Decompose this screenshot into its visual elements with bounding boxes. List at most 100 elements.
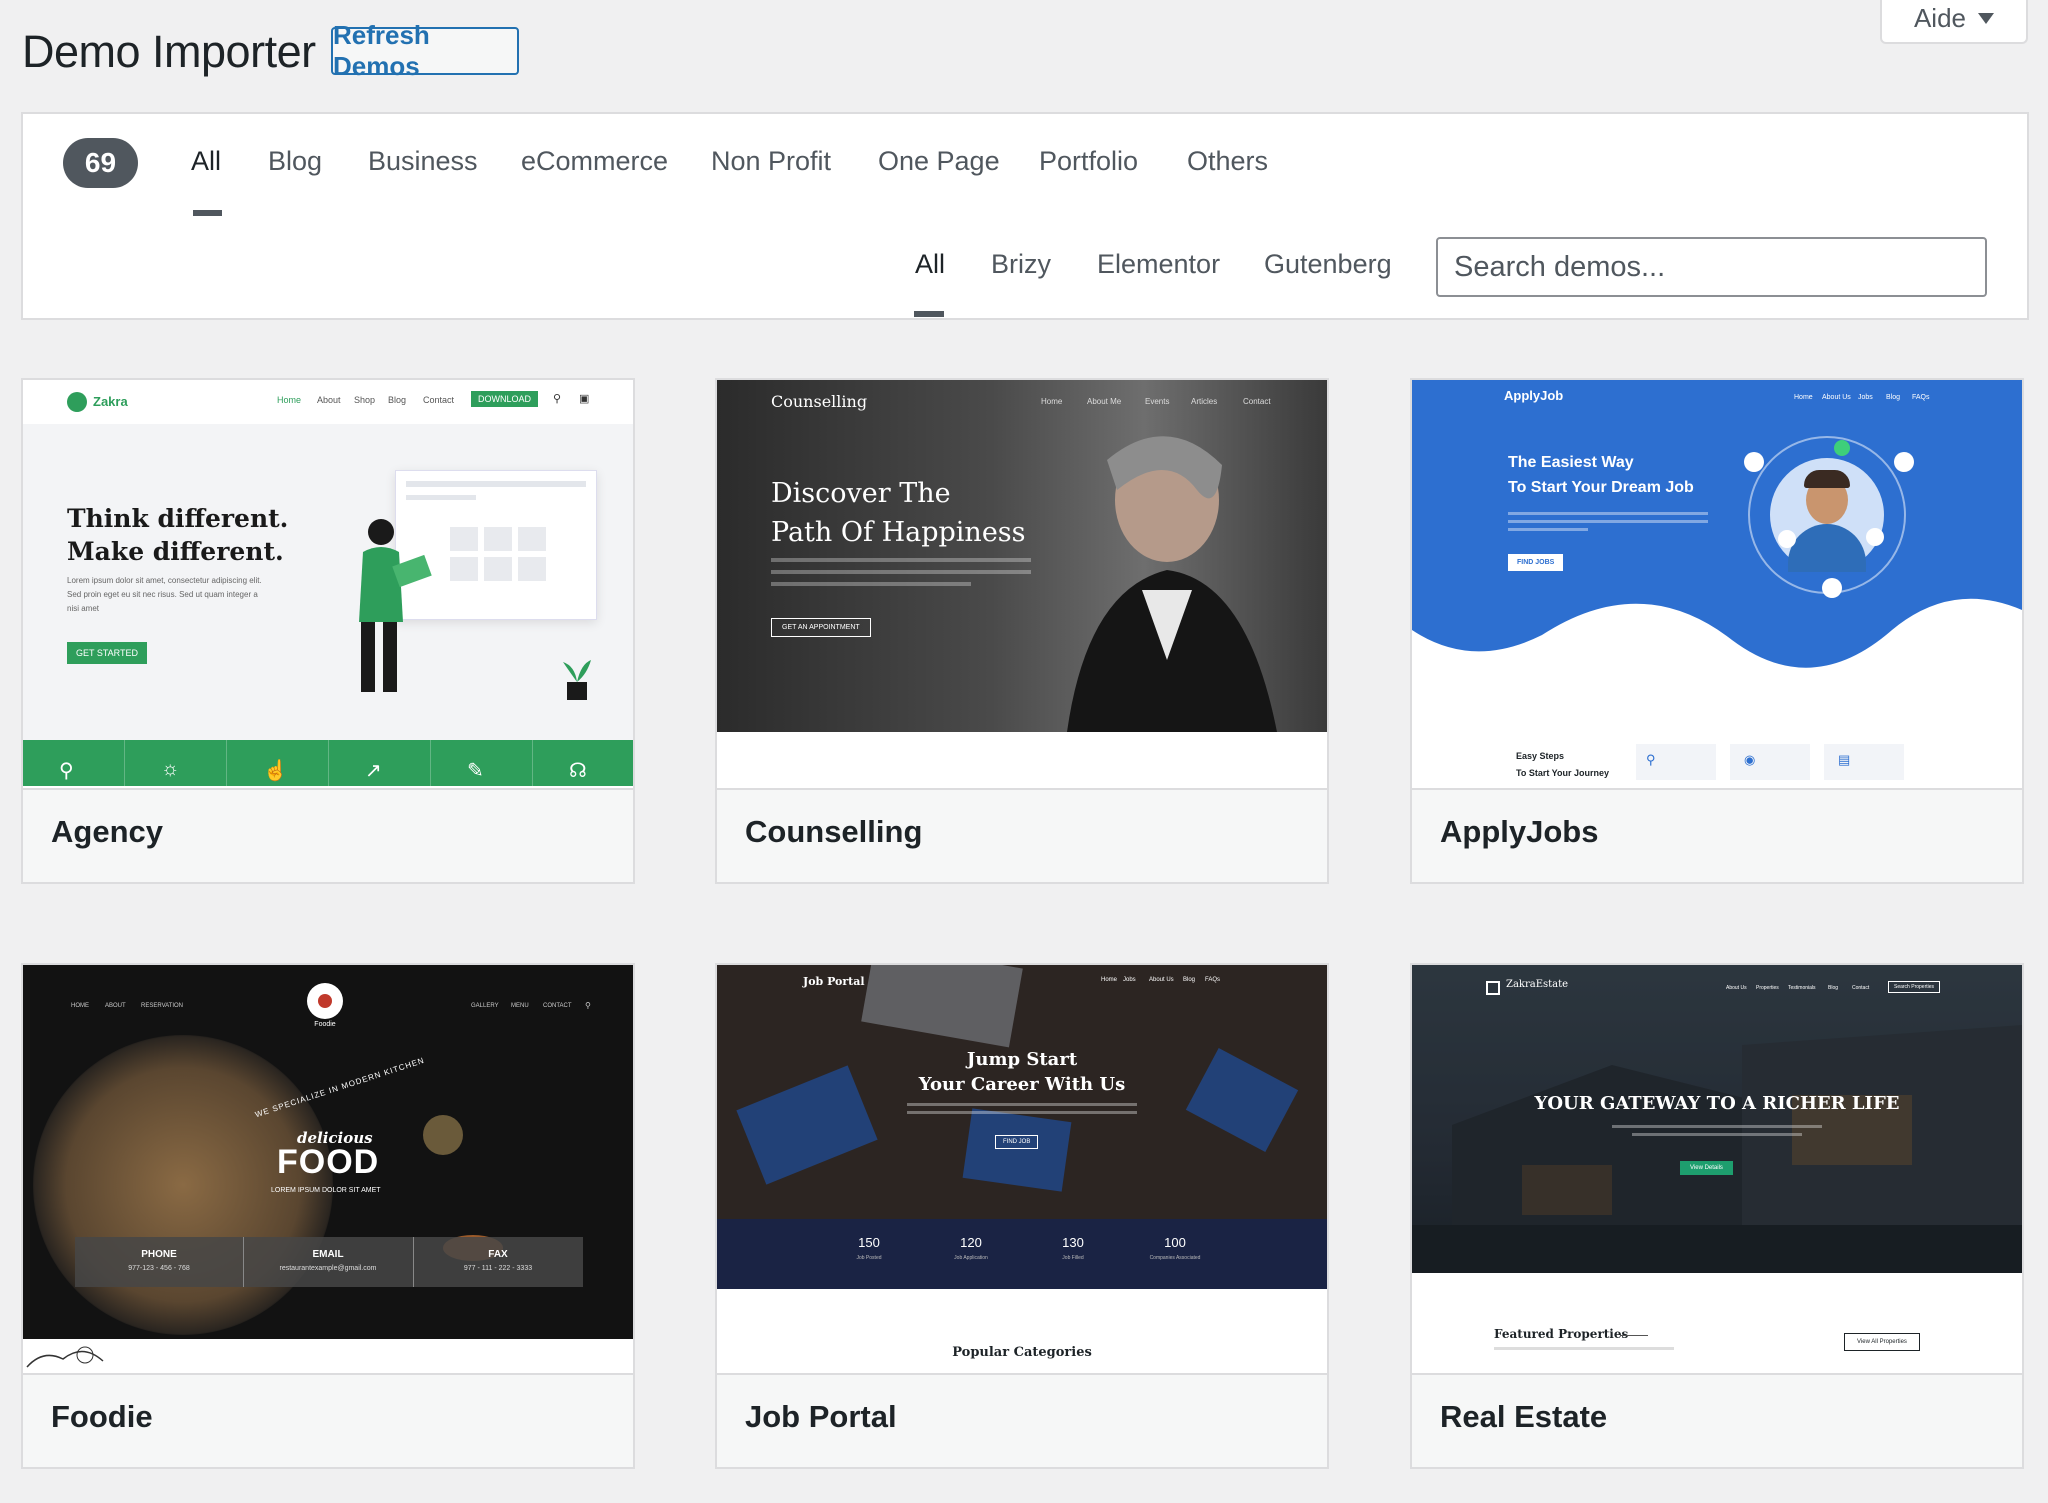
preview-nav-item: Shop	[354, 395, 376, 405]
demo-preview-job-portal: Job Portal Home Jobs About Us Blog FAQs …	[717, 965, 1327, 1371]
tab-business[interactable]: Business	[368, 146, 478, 177]
preview-contact-bar: PHONE 977-123 - 456 - 768 EMAIL restaura…	[75, 1237, 583, 1287]
contact-label: EMAIL	[312, 1249, 344, 1260]
chart-icon: ↗	[365, 760, 382, 782]
preview-nav-item: HOME	[71, 1003, 89, 1009]
preview-icon-strip: ⚲ ☼ ☝ ↗ ✎ ☊	[23, 740, 633, 786]
preview-cta: GET STARTED	[67, 642, 148, 664]
preview-nav-item: FAQs	[1912, 394, 1930, 401]
contact-label: FAX	[488, 1249, 508, 1260]
demo-preview-foodie: HOME ABOUT RESERVATION GALLERY MENU CONT…	[23, 965, 633, 1371]
preview-nav-item: About Us	[1149, 977, 1174, 983]
preview-body-line	[1632, 1133, 1802, 1136]
tab-all[interactable]: All	[191, 146, 221, 177]
preview-cta: View Details	[1680, 1161, 1733, 1175]
preview-nav-button: DOWNLOAD	[471, 391, 539, 407]
demo-card-applyjobs[interactable]: ApplyJob Home About Us Jobs Blog FAQs Th…	[1410, 378, 2024, 884]
help-tab-button[interactable]: Aide	[1880, 0, 2028, 44]
preview-section-title: Featured Properties	[1494, 1327, 1629, 1341]
demo-card-foodie[interactable]: HOME ABOUT RESERVATION GALLERY MENU CONT…	[21, 963, 635, 1469]
target-icon: ◉	[1744, 752, 1756, 767]
tab-portfolio[interactable]: Portfolio	[1039, 146, 1138, 177]
preview-nav-item: Articles	[1191, 397, 1218, 406]
demo-preview-real-estate: ZakraEstate About Us Properties Testimon…	[1412, 965, 2022, 1371]
preview-nav-item: GALLERY	[471, 1003, 499, 1009]
preview-body-line	[771, 558, 1031, 562]
demo-card-footer: Agency	[23, 788, 633, 882]
demo-preview-counselling: Counselling Home About Me Events Article…	[717, 380, 1327, 786]
man-portrait-photo	[1770, 458, 1884, 572]
contact-label: PHONE	[141, 1249, 177, 1260]
preview-nav-item: Home	[1041, 397, 1063, 406]
stat-label: Job Filled	[1062, 1255, 1084, 1261]
help-label: Aide	[1913, 2, 1967, 33]
search-demos-input[interactable]	[1436, 237, 1987, 297]
demo-card-agency[interactable]: Zakra Home About Shop Blog Contact DOWNL…	[21, 378, 635, 884]
preview-headline: FOOD	[277, 1143, 380, 1181]
preview-nav-item: Home	[1794, 394, 1813, 401]
preview-logo: Zakra	[93, 394, 128, 409]
preview-headline-line: Path Of Happiness	[771, 517, 1026, 548]
demo-card-footer: Counselling	[717, 788, 1327, 882]
lightbulb-icon: ☼	[161, 758, 180, 780]
preview-logo: Counselling	[771, 392, 868, 411]
builder-tab-brizy[interactable]: Brizy	[991, 249, 1051, 280]
preview-headline: The Easiest Way To Start Your Dream Job	[1508, 450, 1694, 500]
tab-non-profit[interactable]: Non Profit	[711, 146, 831, 177]
preview-headline-line: Jump Start	[966, 1049, 1078, 1070]
builder-tab-gutenberg[interactable]: Gutenberg	[1264, 249, 1392, 280]
preview-headline-line: To Start Your Dream Job	[1508, 479, 1694, 496]
preview-nav-item: Blog	[1886, 394, 1901, 401]
caret-down-icon	[1978, 12, 1995, 24]
demo-card-footer: ApplyJobs	[1412, 788, 2022, 882]
preview-nav-item: MENU	[511, 1003, 529, 1009]
step-card: ◉	[1730, 744, 1810, 780]
preview-steps-line: To Start Your Journey	[1516, 768, 1610, 778]
contact-value: restaurantexample@gmail.com	[279, 1265, 377, 1272]
demo-name: Agency	[51, 814, 163, 849]
preview-nav-item: RESERVATION	[141, 1003, 184, 1009]
plant-icon	[563, 660, 591, 700]
headset-icon: ☊	[569, 760, 587, 782]
preview-nav-button: Search Properties	[1888, 981, 1941, 993]
preview-nav-item: About	[317, 395, 341, 405]
demo-card-job-portal[interactable]: Job Portal Home Jobs About Us Blog FAQs …	[715, 963, 1329, 1469]
preview-nav-item: FAQs	[1205, 977, 1221, 983]
builder-tab-all[interactable]: All	[915, 249, 945, 280]
preview-section-title: Popular Categories	[952, 1345, 1092, 1360]
search-icon: ⚲	[59, 760, 74, 782]
preview-logo: Foodie	[314, 1021, 336, 1028]
stat-label: Job Application	[954, 1255, 988, 1261]
preview-body-line	[907, 1103, 1137, 1106]
demo-card-counselling[interactable]: Counselling Home About Me Events Article…	[715, 378, 1329, 884]
spice-photo	[423, 1115, 463, 1155]
preview-body-line	[907, 1111, 1137, 1114]
stat-value: 120	[960, 1235, 982, 1250]
builder-tab-elementor[interactable]: Elementor	[1097, 249, 1220, 280]
chrome-badge-icon	[1778, 530, 1796, 548]
preview-nav-item: CONTACT	[543, 1003, 572, 1009]
preview-body-line	[1494, 1347, 1674, 1350]
tab-ecommerce[interactable]: eCommerce	[521, 146, 668, 177]
preview-hero-overlay	[1412, 965, 2022, 1273]
demo-card-real-estate[interactable]: ZakraEstate About Us Properties Testimon…	[1410, 963, 2024, 1469]
preview-nav-item: About Us	[1822, 394, 1851, 401]
demo-card-footer: Job Portal	[717, 1373, 1327, 1467]
preview-steps-line: Easy Steps	[1516, 751, 1565, 761]
preview-subtitle: LOREM IPSUM DOLOR SIT AMET	[271, 1187, 381, 1194]
preview-headline-line: Make different.	[67, 537, 284, 566]
tab-one-page[interactable]: One Page	[878, 146, 1000, 177]
preview-headline-line: Discover The	[771, 478, 951, 509]
food-plate-photo	[33, 1035, 333, 1335]
preview-stats-bar: 150 Job Posted 120 Job Application 130 J…	[717, 1219, 1327, 1289]
preview-nav-item: Jobs	[1858, 394, 1873, 401]
preview-section-button: View All Properties	[1844, 1333, 1920, 1351]
preview-body-line	[771, 570, 1031, 574]
tab-blog[interactable]: Blog	[268, 146, 322, 177]
refresh-demos-button[interactable]: Refresh Demos	[331, 20, 519, 81]
pencil-icon: ✎	[467, 760, 484, 782]
zakra-logo-icon	[67, 392, 87, 412]
stat-label: Companies Associated	[1149, 1255, 1201, 1261]
preview-steps-heading: Easy Steps To Start Your Journey	[1516, 748, 1609, 782]
tab-others[interactable]: Others	[1187, 146, 1268, 177]
